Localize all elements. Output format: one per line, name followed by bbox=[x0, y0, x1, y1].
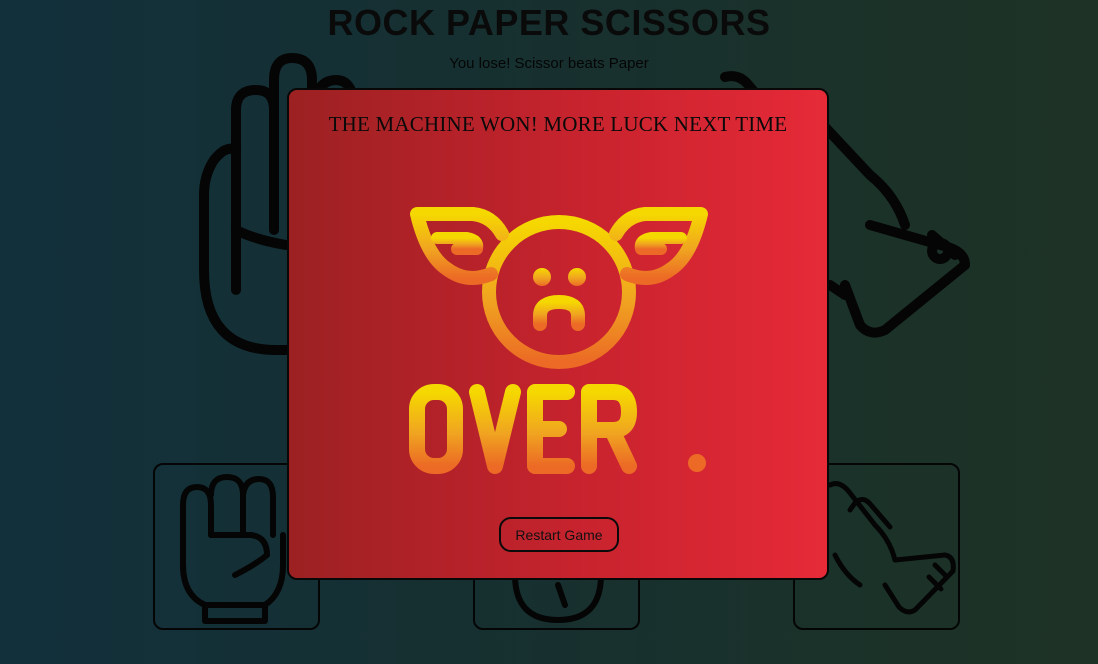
modal-message: THE MACHINE WON! MORE LUCK NEXT TIME bbox=[328, 112, 788, 136]
game-over-modal: THE MACHINE WON! MORE LUCK NEXT TIME Res… bbox=[287, 88, 829, 580]
restart-game-button[interactable]: Restart Game bbox=[499, 517, 619, 552]
page-title: ROCK PAPER SCISSORS bbox=[327, 2, 771, 43]
game-over-sad-angel-icon bbox=[409, 179, 708, 474]
